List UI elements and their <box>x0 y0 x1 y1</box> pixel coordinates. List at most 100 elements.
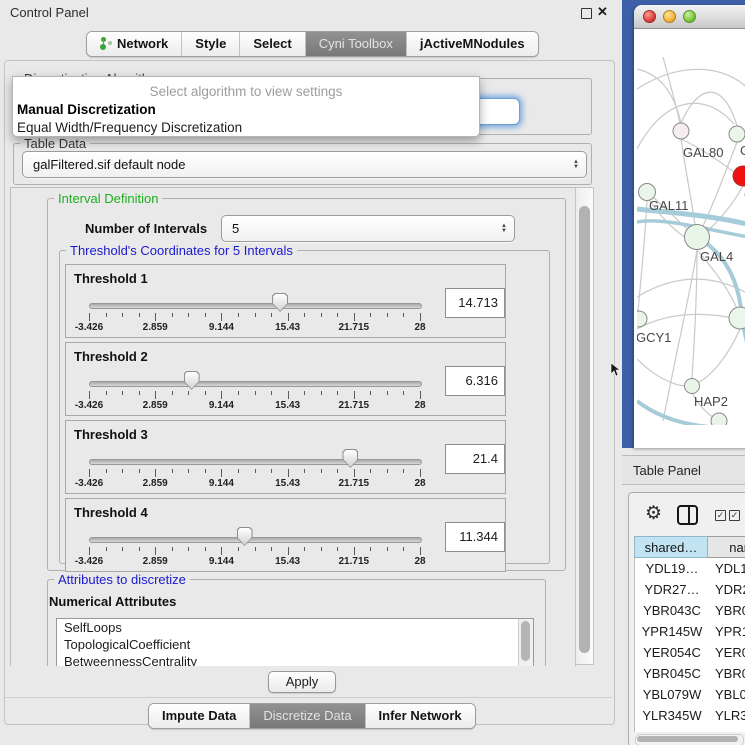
numerical-attributes-list[interactable]: SelfLoopsTopologicalCoefficientBetweenne… <box>56 618 534 667</box>
network-node-label: GA <box>740 143 745 158</box>
table-row[interactable]: YIL052CYIL0 <box>635 726 745 732</box>
threshold-value-field[interactable]: 14.713 <box>445 288 505 318</box>
network-node[interactable] <box>729 126 745 142</box>
slider-tick <box>370 391 371 395</box>
attribute-list-item[interactable]: SelfLoops <box>57 619 533 636</box>
table-cell[interactable]: YBR043C <box>635 600 709 621</box>
tab-discretize-data[interactable]: Discretize Data <box>249 704 364 728</box>
split-columns-icon[interactable] <box>677 505 698 525</box>
slider-thumb[interactable] <box>272 293 288 312</box>
table-cell[interactable]: YER0 <box>709 642 745 663</box>
slider-tick <box>155 469 156 477</box>
table-row[interactable]: YLR345WYLR3 <box>635 705 745 726</box>
network-canvas[interactable]: GAL80GACGAL11GAL4GCY1HHAP2 <box>637 29 745 425</box>
slider-tick <box>255 469 256 473</box>
tab-select[interactable]: Select <box>239 32 304 56</box>
slider-tick <box>106 391 107 395</box>
settings-vertical-scrollbar[interactable] <box>575 187 594 665</box>
scrollbar-thumb[interactable] <box>579 206 590 653</box>
table-cell[interactable]: YBR0 <box>709 600 745 621</box>
column-header-shared-name[interactable]: shared… <box>634 536 708 558</box>
table-cell[interactable]: YIL0 <box>709 726 745 732</box>
table-cell[interactable]: YIL052C <box>635 726 709 732</box>
table-cell[interactable]: YLR3 <box>709 705 745 726</box>
minimize-window-icon[interactable] <box>663 10 676 23</box>
table-cell[interactable]: YDR27… <box>635 579 709 600</box>
table-row[interactable]: YDL19…YDL1 <box>635 558 745 579</box>
slider-thumb[interactable] <box>237 527 253 546</box>
tab-style[interactable]: Style <box>181 32 239 56</box>
scrollbar-thumb[interactable] <box>637 736 738 742</box>
threshold-value-field[interactable]: 21.4 <box>445 444 505 474</box>
threshold-value-field[interactable]: 11.344 <box>445 522 505 552</box>
slider-track[interactable] <box>89 459 422 465</box>
network-node[interactable] <box>729 307 745 329</box>
network-node[interactable] <box>711 413 727 425</box>
slider-track[interactable] <box>89 381 422 387</box>
table-row[interactable]: YER054CYER0 <box>635 642 745 663</box>
attributes-list-scrollbar[interactable] <box>518 619 533 667</box>
slider-track[interactable] <box>89 537 422 543</box>
attribute-list-item[interactable]: TopologicalCoefficient <box>57 636 533 653</box>
number-of-intervals-combobox[interactable]: 5 ▲▼ <box>221 215 515 242</box>
popup-hint-item[interactable]: Select algorithm to view settings <box>13 83 479 101</box>
network-node[interactable] <box>685 379 700 394</box>
table-cell[interactable]: YDL19… <box>635 558 709 579</box>
table-data-value: galFiltered.sif default node <box>23 157 185 172</box>
table-cell[interactable]: YBR045C <box>635 663 709 684</box>
network-edge[interactable] <box>638 201 647 311</box>
table-cell[interactable]: YPR1 <box>709 621 745 642</box>
column-header-name[interactable]: name <box>708 536 745 558</box>
table-cell[interactable]: YLR345W <box>635 705 709 726</box>
apply-button[interactable]: Apply <box>268 671 336 693</box>
table-cell[interactable]: YBL079W <box>635 684 709 705</box>
network-node[interactable] <box>673 123 689 139</box>
table-row[interactable]: YDR27…YDR2 <box>635 579 745 600</box>
threshold-value-field[interactable]: 6.316 <box>445 366 505 396</box>
slider-tick <box>387 391 388 395</box>
float-window-icon[interactable] <box>581 8 592 19</box>
slider-tick-label: 21.715 <box>339 478 370 489</box>
tab-infer-network[interactable]: Infer Network <box>365 704 475 728</box>
slider-tick <box>403 391 404 395</box>
table-data-combobox[interactable]: galFiltered.sif default node ▲▼ <box>22 151 587 178</box>
table-cell[interactable]: YPR145W <box>635 621 709 642</box>
slider-tick-label: 9.144 <box>209 400 234 411</box>
zoom-window-icon[interactable] <box>683 10 696 23</box>
attribute-list-item[interactable]: BetweennessCentrality <box>57 653 533 667</box>
network-node[interactable] <box>733 166 745 186</box>
table-row[interactable]: YBL079WYBL0 <box>635 684 745 705</box>
tab-cyni-toolbox[interactable]: Cyni Toolbox <box>305 32 406 56</box>
network-edge[interactable] <box>699 329 740 382</box>
table-row[interactable]: YBR043CYBR0 <box>635 600 745 621</box>
tab-network[interactable]: Network <box>87 32 181 56</box>
checkbox-icon[interactable]: ✓ <box>729 510 740 521</box>
table-row[interactable]: YPR145WYPR1 <box>635 621 745 642</box>
close-window-icon[interactable] <box>643 10 656 23</box>
table-cell[interactable]: YBL0 <box>709 684 745 705</box>
table-cell[interactable]: YER054C <box>635 642 709 663</box>
checkbox-icon[interactable]: ✓ <box>715 510 726 521</box>
slider-thumb[interactable] <box>342 449 358 468</box>
network-edge[interactable] <box>681 92 737 126</box>
table-cell[interactable]: YDR2 <box>709 579 745 600</box>
tab-impute-data[interactable]: Impute Data <box>149 704 249 728</box>
table-horizontal-scrollbar[interactable] <box>635 734 744 745</box>
table-cell[interactable]: YDL1 <box>709 558 745 579</box>
threshold-label: Threshold 4 <box>74 505 148 520</box>
slider-tick <box>172 313 173 317</box>
table-cell[interactable]: YBR0 <box>709 663 745 684</box>
network-edge[interactable] <box>637 69 745 99</box>
network-edge[interactable] <box>637 314 733 329</box>
network-node[interactable] <box>685 225 710 250</box>
slider-track[interactable] <box>89 303 422 309</box>
slider-thumb[interactable] <box>184 371 200 390</box>
gear-icon[interactable]: ⚙ <box>645 504 662 523</box>
tab-jactivemnodules[interactable]: jActiveMNodules <box>406 32 538 56</box>
popup-option-manual[interactable]: Manual Discretization <box>13 101 479 119</box>
table-row[interactable]: YBR045CYBR0 <box>635 663 745 684</box>
network-edge[interactable] <box>637 359 685 386</box>
close-panel-icon[interactable]: ✕ <box>597 4 608 20</box>
popup-option-equal-width[interactable]: Equal Width/Frequency Discretization <box>13 119 479 137</box>
slider-tick <box>304 469 305 473</box>
